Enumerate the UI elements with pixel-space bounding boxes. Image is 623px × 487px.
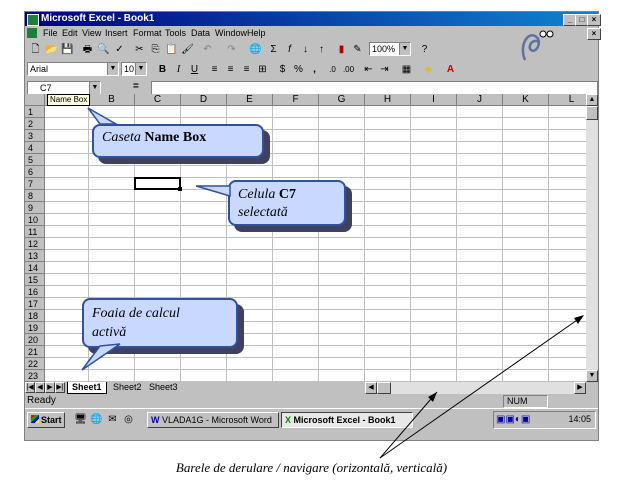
callout-cell-pointer [195,185,231,198]
figure-caption: Barele de derulare / navigare (orizontal… [175,460,448,475]
annotation-arrows [81,107,584,459]
arrow-horizontal-scroll [379,391,438,459]
arrowhead-vertical-icon [574,315,584,324]
callout-sheet-pointer [81,343,121,371]
callout-name-box-pointer [87,107,119,125]
arrow-vertical-scroll [379,317,581,459]
